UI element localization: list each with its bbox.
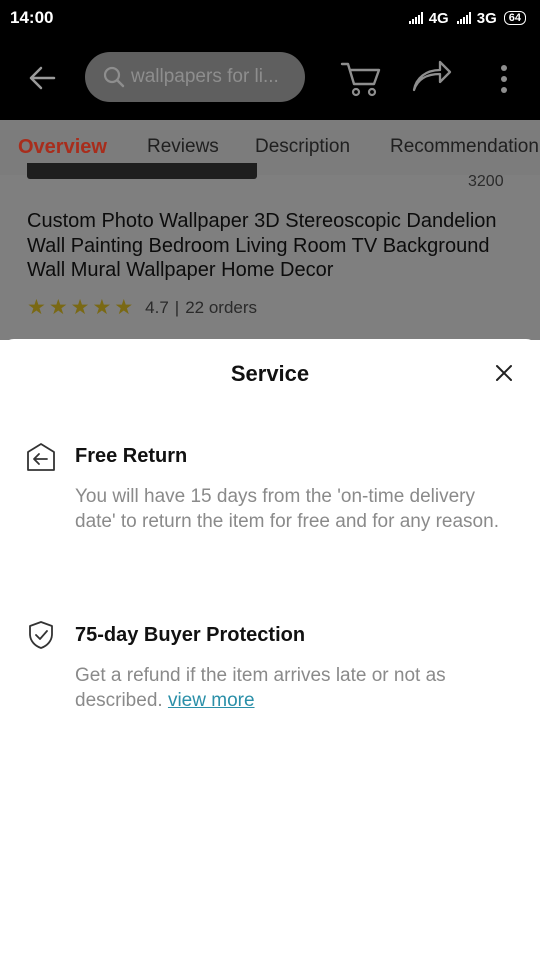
shield-check-icon xyxy=(26,620,56,650)
service-desc-free-return: You will have 15 days from the 'on-time … xyxy=(75,486,499,532)
battery-icon: 64 xyxy=(503,11,526,25)
view-more-link[interactable]: view more xyxy=(168,690,255,711)
status-indicators: 4G 3G 64 xyxy=(408,9,526,27)
star-icon: ★ xyxy=(92,296,112,319)
product-title: Custom Photo Wallpaper 3D Stereoscopic D… xyxy=(27,210,497,281)
star-icon: ★ xyxy=(70,296,90,319)
network-type-2: 3G xyxy=(476,9,497,27)
signal-icon xyxy=(408,12,423,24)
search-input[interactable]: wallpapers for li... xyxy=(85,52,305,102)
product-count: 3200 xyxy=(468,173,504,190)
tab-reviews[interactable]: Reviews xyxy=(147,136,219,158)
tab-recommendation[interactable]: Recommendation xyxy=(390,136,539,158)
price-text-cut xyxy=(27,163,257,179)
return-box-icon xyxy=(26,442,56,472)
search-placeholder: wallpapers for li... xyxy=(131,66,279,87)
status-time: 14:00 xyxy=(10,8,54,27)
tab-description[interactable]: Description xyxy=(255,136,350,158)
star-icon: ★ xyxy=(48,296,68,319)
cart-icon[interactable] xyxy=(338,56,384,100)
service-title-free-return: Free Return xyxy=(75,445,188,467)
share-icon[interactable] xyxy=(410,58,454,98)
service-sheet: Service Free Return You will have 15 day… xyxy=(0,339,540,960)
app-bar: wallpapers for li... xyxy=(0,36,540,120)
service-title-buyer-protection: 75-day Buyer Protection xyxy=(75,624,306,646)
service-desc-text: Get a refund if the item arrives late or… xyxy=(75,665,446,711)
service-desc-buyer-protection: Get a refund if the item arrives late or… xyxy=(75,664,520,713)
star-icon: ★ xyxy=(27,296,46,319)
orders-count: 22 orders xyxy=(185,298,258,317)
star-icon: ★ xyxy=(114,296,134,319)
rating-separator: | xyxy=(174,298,180,317)
product-overview: 3200 Custom Photo Wallpaper 3D Stereosco… xyxy=(0,163,540,340)
rating-row[interactable]: ★ ★ ★ ★ ★ 4.7 | 22 orders xyxy=(27,296,258,319)
back-arrow-icon[interactable] xyxy=(22,60,62,96)
sheet-title: Service xyxy=(230,361,310,386)
search-icon xyxy=(103,66,125,88)
star-rating: ★ ★ ★ ★ ★ xyxy=(27,296,134,319)
tab-overview[interactable]: Overview xyxy=(18,136,107,159)
status-bar: 14:00 4G 3G 64 xyxy=(0,0,540,36)
rating-value: 4.7 xyxy=(145,298,169,317)
more-vertical-icon[interactable] xyxy=(490,60,518,98)
network-type-1: 4G xyxy=(428,9,449,27)
close-icon[interactable] xyxy=(490,359,518,387)
signal-icon xyxy=(456,12,471,24)
